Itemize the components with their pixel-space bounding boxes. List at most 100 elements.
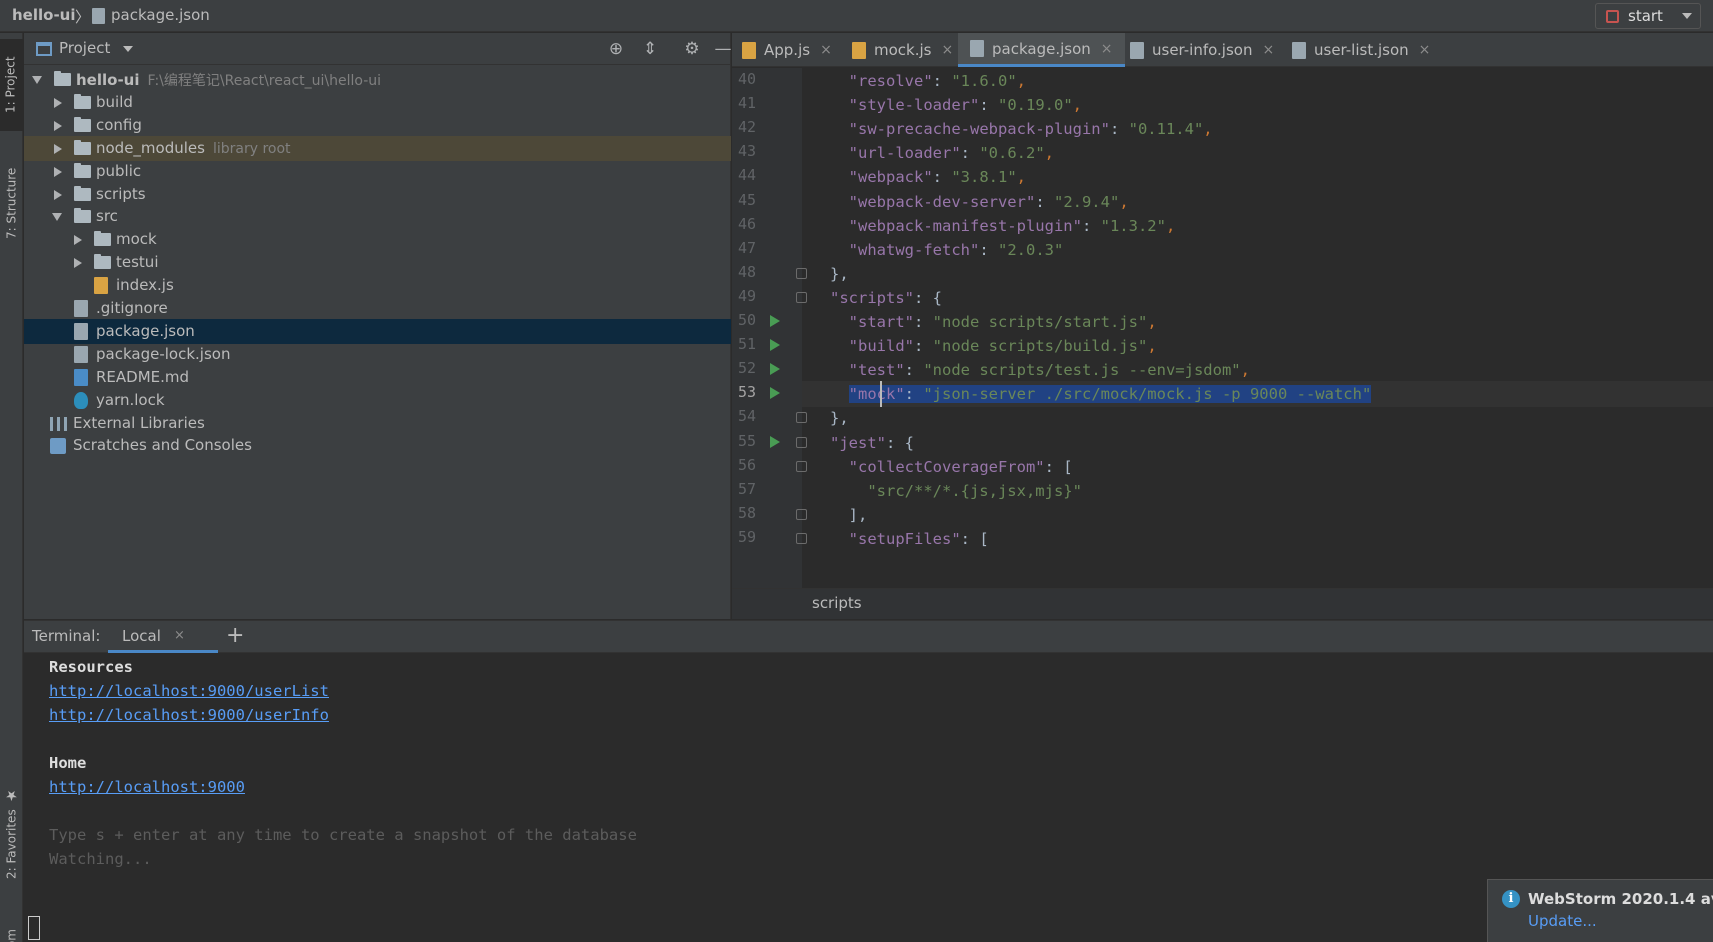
terminal-line: Home: [49, 754, 87, 772]
terminal-link[interactable]: http://localhost:9000/userInfo: [49, 706, 329, 724]
json-punctuation: : [: [960, 529, 989, 548]
project-window-icon: [36, 42, 52, 56]
tool-tab-npm[interactable]: npm: [0, 913, 23, 942]
code-content: "test": "node scripts/test.js --env=jsdo…: [849, 361, 1250, 379]
run-script-icon[interactable]: [770, 363, 780, 376]
tool-tab-project[interactable]: 1: Project: [0, 39, 23, 131]
tree-item-public[interactable]: public: [24, 159, 731, 184]
tree-item-label: config: [96, 116, 142, 134]
update-link[interactable]: Update...: [1528, 912, 1597, 930]
colon: :: [1081, 216, 1101, 235]
code-content: "style-loader": "0.19.0",: [849, 96, 1082, 114]
terminal-line: Watching...: [49, 850, 152, 868]
chevron-right-icon[interactable]: [54, 120, 62, 131]
tree-item-node-modules[interactable]: node_modules library root: [24, 135, 731, 161]
terminal-link[interactable]: http://localhost:9000: [49, 778, 245, 796]
line-number: 40: [737, 70, 756, 88]
code-line: "style-loader": "0.19.0",: [802, 92, 1713, 118]
tab-package-json[interactable]: package.json ×: [958, 33, 1125, 67]
json-string: "1.6.0": [951, 72, 1017, 90]
folder-icon: [74, 116, 91, 132]
code-line: "url-loader": "0.6.2",: [802, 140, 1713, 166]
code-content: ],: [849, 506, 868, 524]
tree-item-package-lock-json[interactable]: package-lock.json: [24, 342, 731, 367]
line-number: 56: [737, 455, 756, 474]
yarn-file-icon: [74, 391, 88, 409]
code-content: "mock": "json-server ./src/mock/mock.js …: [848, 385, 1372, 404]
tree-item-src[interactable]: src: [24, 204, 731, 229]
tab-user-list-json[interactable]: user-list.json ×: [1292, 33, 1430, 67]
project-view-selector[interactable]: Project: [59, 39, 110, 57]
tree-item-external-libraries[interactable]: External Libraries: [24, 411, 731, 436]
chevron-right-icon[interactable]: [74, 258, 82, 269]
close-icon[interactable]: ×: [941, 42, 953, 58]
new-terminal-button[interactable]: +: [226, 623, 244, 648]
tree-item-mock[interactable]: mock: [24, 227, 731, 252]
tree-item-gitignore[interactable]: .gitignore: [24, 296, 731, 321]
gear-icon[interactable]: ⚙: [682, 39, 702, 59]
close-icon[interactable]: ×: [174, 628, 185, 643]
code-content: },: [830, 409, 849, 427]
tool-tab-structure[interactable]: 7: Structure: [0, 143, 23, 263]
close-icon[interactable]: ×: [820, 42, 832, 58]
run-script-icon[interactable]: [770, 315, 780, 327]
chevron-down-icon[interactable]: [32, 76, 42, 84]
chevron-right-icon[interactable]: [54, 189, 62, 200]
chevron-down-icon[interactable]: [52, 213, 62, 222]
folder-icon: [74, 93, 91, 109]
tree-item-build[interactable]: build: [24, 90, 731, 115]
json-string: "node scripts/start.js": [932, 313, 1148, 331]
run-script-icon[interactable]: [770, 387, 780, 400]
breadcrumb-project[interactable]: hello-ui: [12, 6, 76, 24]
tree-item-hello-ui[interactable]: hello-ui F:\编程笔记\React\react_ui\hello-ui: [24, 67, 731, 92]
json-string: "2.0.3": [998, 240, 1064, 259]
run-script-icon[interactable]: [770, 435, 780, 448]
chevron-right-icon[interactable]: [54, 166, 62, 177]
tree-item-testui[interactable]: testui: [24, 250, 731, 275]
collapse-all-icon[interactable]: ⇕: [640, 39, 660, 59]
tree-item-package-json[interactable]: package.json: [24, 318, 731, 344]
code-line: "webpack-dev-server": "2.9.4",: [802, 189, 1713, 215]
terminal-tab-local[interactable]: Local ×: [108, 621, 218, 653]
code-editor[interactable]: "resolve": "1.6.0", "style-loader": "0.1…: [802, 68, 1713, 588]
tree-item-label: scripts: [96, 185, 146, 203]
line-number: 51: [737, 335, 756, 354]
json-key: "whatwg-fetch": [848, 240, 980, 259]
run-configuration-dropdown[interactable]: start: [1595, 3, 1701, 29]
folder-icon: [74, 162, 91, 178]
chevron-down-icon[interactable]: [123, 46, 133, 52]
tree-item-index-js[interactable]: index.js: [24, 273, 731, 298]
hide-icon[interactable]: —: [713, 39, 733, 59]
tree-item-readme-md[interactable]: README.md: [24, 365, 731, 390]
json-key: "test": [848, 361, 905, 380]
line-number: 58: [737, 503, 756, 522]
terminal-link[interactable]: http://localhost:9000/userList: [49, 682, 329, 700]
colon: :: [914, 337, 933, 356]
title-bar: hello-ui 〉 package.json start: [0, 0, 1713, 32]
tool-tab-favorites[interactable]: 2: Favorites ★: [0, 763, 23, 903]
tree-item-yarn-lock[interactable]: yarn.lock: [24, 388, 731, 413]
colon: :: [932, 168, 952, 187]
tree-item-config[interactable]: config: [24, 113, 731, 138]
close-icon[interactable]: ×: [1262, 42, 1274, 58]
tree-item-scratches[interactable]: Scratches and Consoles: [24, 433, 731, 458]
breadcrumb-file[interactable]: package.json: [111, 6, 210, 24]
tab-mock-js[interactable]: mock.js ×: [852, 33, 953, 67]
code-line: "sw-precache-webpack-plugin": "0.11.4",: [802, 116, 1713, 142]
close-icon[interactable]: ×: [1419, 42, 1431, 58]
line-number: 54: [737, 407, 756, 426]
tree-item-scripts[interactable]: scripts: [24, 182, 731, 207]
close-icon[interactable]: ×: [1101, 41, 1113, 57]
tab-user-info-json[interactable]: user-info.json ×: [1130, 33, 1274, 67]
run-script-icon[interactable]: [770, 339, 780, 352]
colon: :: [1035, 192, 1054, 211]
chevron-right-icon[interactable]: [54, 97, 62, 108]
editor-breadcrumb[interactable]: scripts: [812, 594, 862, 612]
tab-app-js[interactable]: App.js ×: [742, 33, 832, 67]
locate-file-icon[interactable]: ⊕: [606, 39, 626, 59]
chevron-right-icon[interactable]: [74, 235, 82, 246]
chevron-right-icon[interactable]: [54, 143, 62, 154]
